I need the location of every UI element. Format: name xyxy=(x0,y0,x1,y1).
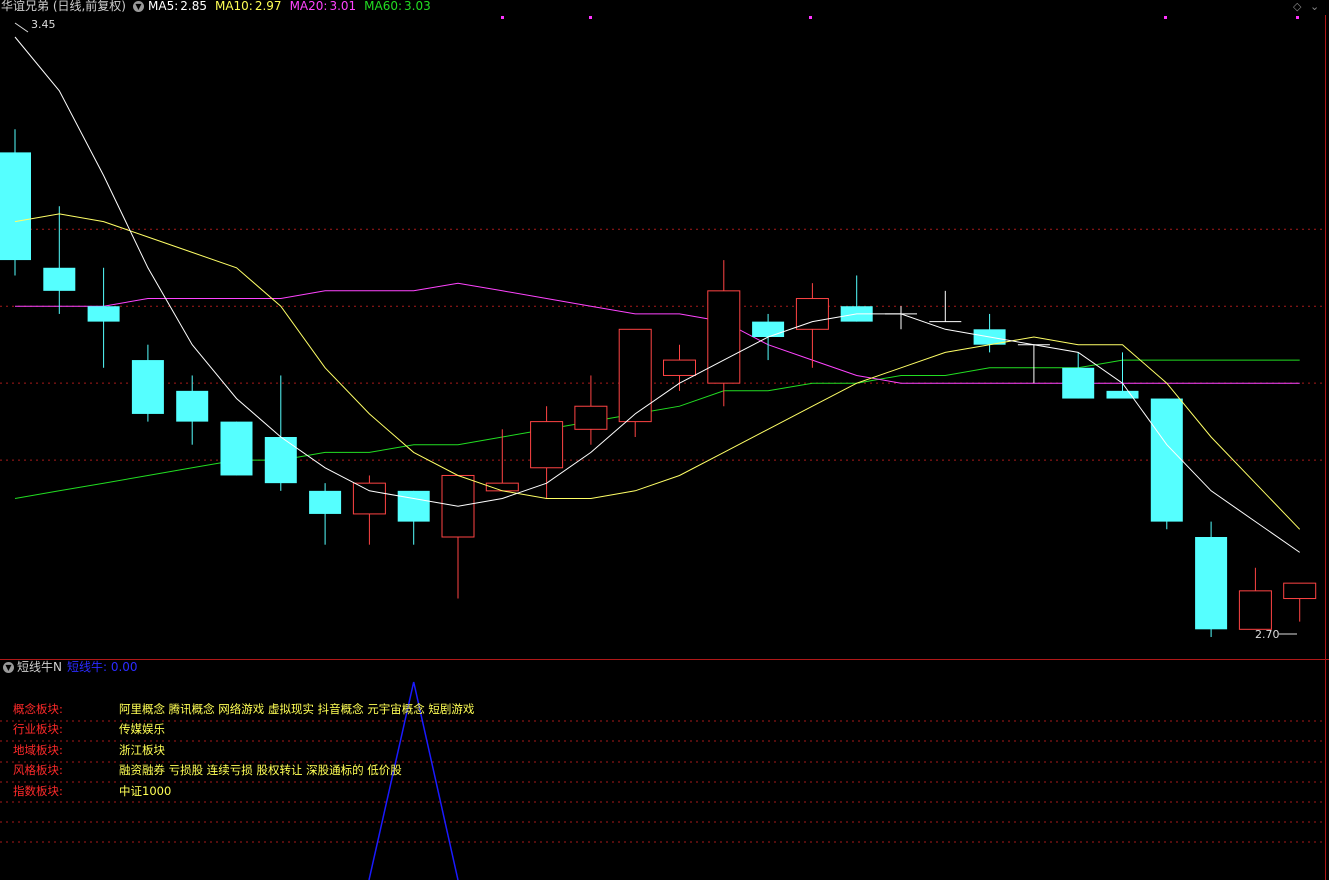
candle-body xyxy=(131,360,164,414)
candle-body xyxy=(176,390,209,422)
kline-chart[interactable]: 3.45 2.70 xyxy=(0,0,1329,880)
candle-body xyxy=(87,306,120,322)
ma20-label: MA20: xyxy=(289,0,328,13)
candle-body xyxy=(264,437,297,484)
event-marker xyxy=(809,16,812,19)
candle-body xyxy=(618,328,652,423)
high-price-arrow xyxy=(14,22,29,33)
info-label: 行业板块: xyxy=(13,722,63,736)
chevron-down-icon[interactable]: ▼ xyxy=(133,1,144,12)
candle-body xyxy=(1195,537,1228,630)
chart-header: 华谊兄弟 (日线,前复权) ▼ MA5: 2.85 MA10: 2.97 MA20: 3.01… xyxy=(0,0,435,14)
candle-body xyxy=(352,482,386,515)
ma20-line xyxy=(15,282,1300,384)
candle-body xyxy=(663,359,696,376)
info-label: 指数板块: xyxy=(13,784,63,798)
high-price-label: 3.45 xyxy=(31,18,56,31)
ma60-label: MA60: xyxy=(364,0,403,13)
event-marker xyxy=(589,16,592,19)
candle-body xyxy=(43,267,76,291)
info-value: 阿里概念 腾讯概念 网络游戏 虚拟现实 抖音概念 元宇宙概念 短剧游戏 xyxy=(119,702,475,716)
ma20-value: 3.01 xyxy=(329,0,357,13)
info-row-concept: 概念板块: 阿里概念 腾讯概念 网络游戏 虚拟现实 抖音概念 元宇宙概念 短剧游戏 xyxy=(13,702,474,716)
chevron-down-icon[interactable]: ⌄ xyxy=(1310,0,1319,13)
candle-body xyxy=(707,290,741,384)
indicator-title[interactable]: 短线牛N xyxy=(17,660,62,674)
candle-body xyxy=(752,321,785,337)
ma10-line xyxy=(14,213,1301,530)
chevron-down-icon[interactable]: ▼ xyxy=(3,662,14,673)
candle-body xyxy=(1106,390,1139,399)
info-value: 浙江板块 xyxy=(119,743,165,757)
ma10-value: 2.97 xyxy=(254,0,282,13)
ma5-value: 2.85 xyxy=(180,0,207,13)
candle-body xyxy=(1283,582,1317,600)
info-value: 融资融券 亏损股 连续亏损 股权转让 深股通标的 低价股 xyxy=(119,763,402,777)
candle-body xyxy=(795,298,829,330)
candle-body xyxy=(1062,367,1095,399)
candle-body xyxy=(0,152,31,261)
info-value: 传媒娱乐 xyxy=(119,722,165,736)
candle-body xyxy=(1150,398,1183,522)
candle-body xyxy=(220,421,253,476)
event-marker xyxy=(501,16,504,19)
ma10-label: MA10: xyxy=(214,0,253,13)
stock-title[interactable]: 华谊兄弟 (日线,前复权) xyxy=(1,0,126,13)
info-row-style: 风格板块: 融资融券 亏损股 连续亏损 股权转让 深股通标的 低价股 xyxy=(13,763,402,777)
event-marker xyxy=(1296,16,1299,19)
diamond-icon[interactable]: ◇ xyxy=(1293,0,1301,13)
info-label: 概念板块: xyxy=(13,702,63,716)
info-label: 风格板块: xyxy=(13,763,63,777)
candle-body xyxy=(574,405,608,430)
indicator-header: ▼ 短线牛N 短线牛: 0.00 xyxy=(0,660,138,674)
candle-body xyxy=(530,421,564,469)
info-value: 中证1000 xyxy=(119,784,172,798)
candle-body xyxy=(397,490,430,522)
info-row-index: 指数板块: 中证1000 xyxy=(13,784,171,798)
candle-body xyxy=(1238,590,1272,630)
ma5-line xyxy=(14,36,1300,553)
ma60-line xyxy=(14,359,1300,499)
ma5-label: MA5: xyxy=(148,0,179,13)
event-marker xyxy=(1164,16,1167,19)
low-price-label: 2.70 xyxy=(1255,628,1280,641)
ma60-value: 3.03 xyxy=(404,0,431,13)
candle-body xyxy=(309,490,342,514)
info-label: 地域板块: xyxy=(13,743,63,757)
info-row-region: 地域板块: 浙江板块 xyxy=(13,743,165,757)
indicator-value: 短线牛: 0.00 xyxy=(66,660,138,674)
info-row-industry: 行业板块: 传媒娱乐 xyxy=(13,722,165,736)
